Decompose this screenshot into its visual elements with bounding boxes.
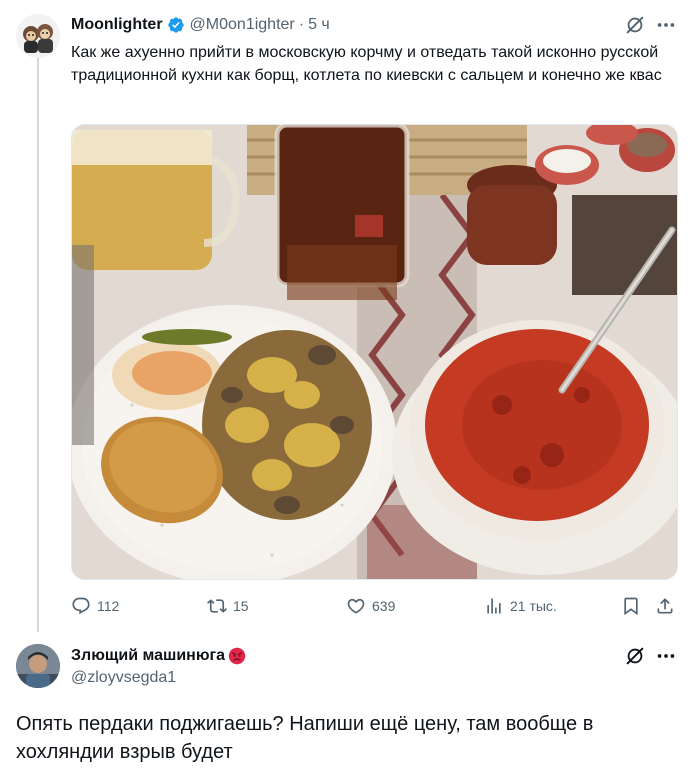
reply-button[interactable]: 112 (71, 594, 119, 618)
thread-line (37, 58, 39, 632)
views-icon (487, 598, 501, 614)
author-handle[interactable]: @M0on1ighter (190, 16, 295, 34)
verified-badge-icon[interactable] (167, 16, 185, 34)
reply-avatar[interactable] (16, 644, 60, 688)
like-button[interactable]: 639 (346, 594, 395, 618)
grok-icon[interactable] (624, 14, 646, 36)
like-count: 639 (372, 598, 396, 614)
reply-icon (72, 597, 90, 615)
reply-author-name[interactable]: Злющий машинюга (71, 647, 225, 665)
reply-header: Злющий машинюга (71, 645, 246, 667)
share-icon (657, 598, 673, 614)
tweet-header: Moonlighter @M0on1ighter · 5 ч (71, 14, 330, 36)
avatar[interactable] (16, 14, 60, 58)
separator-dot: · (298, 16, 305, 33)
retweet-count: 15 (233, 598, 249, 614)
author-name[interactable]: Moonlighter (71, 16, 163, 34)
views-button[interactable]: 21 тыс. (484, 594, 557, 618)
more-dots-icon[interactable] (655, 645, 677, 667)
tweet-time[interactable]: 5 ч (308, 16, 330, 34)
grok-icon[interactable] (624, 645, 646, 667)
tweet[interactable]: Moonlighter @M0on1ighter · 5 ч Как же ах… (0, 0, 700, 632)
share-button[interactable] (655, 594, 675, 618)
like-icon (347, 598, 365, 614)
tweet-actions: 112 15 639 21 тыс. (71, 594, 681, 618)
more-dots-icon[interactable] (655, 14, 677, 36)
views-count: 21 тыс. (510, 598, 557, 614)
retweet-icon (207, 599, 227, 613)
retweet-button[interactable]: 15 (207, 594, 249, 618)
reply-author-handle[interactable]: @zloyvsegda1 (71, 669, 176, 687)
bookmark-icon (624, 597, 638, 616)
tweet-photo[interactable] (71, 124, 678, 580)
angry-face-icon (228, 647, 246, 665)
reply-count: 112 (97, 598, 120, 614)
reply-text: Опять пердаки поджигаешь? Напиши ещё цен… (16, 713, 594, 763)
bookmark-button[interactable] (621, 594, 641, 618)
tweet-text: Как же ахуенно прийти в московскую корчм… (71, 44, 662, 84)
